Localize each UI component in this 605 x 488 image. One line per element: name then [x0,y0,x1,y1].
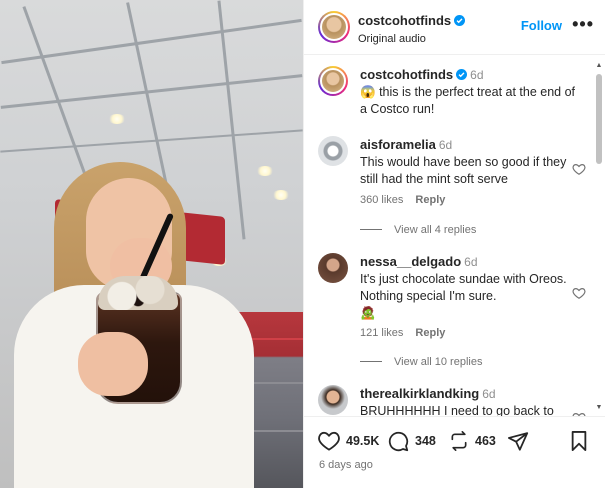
comment-username[interactable]: aisforamelia [360,137,436,152]
comment-emoji: 🧟 [360,306,376,320]
verified-icon [456,69,468,80]
caption-emoji: 😱 [360,85,376,99]
sundae-topping [98,276,178,310]
share-paper-plane-icon[interactable] [508,431,529,451]
comment-text: It's just chocolate sundae with Oreos. N… [360,272,567,303]
verified-icon [454,15,466,26]
view-replies-link[interactable]: View all 10 replies [360,356,482,368]
view-replies-label[interactable]: View all 4 replies [394,224,476,236]
comment-button[interactable]: 348 [388,431,436,451]
comment-time[interactable]: 6d [464,255,477,269]
more-options-icon[interactable]: ••• [572,14,594,35]
comment-username[interactable]: nessa__delgado [360,254,461,269]
comment-bubble-icon[interactable] [388,431,409,452]
commenter-avatar[interactable] [318,136,348,166]
like-comment-heart-icon[interactable] [572,162,586,176]
view-replies-label[interactable]: View all 10 replies [394,356,482,368]
likes-count[interactable]: 49.5K [346,434,379,448]
comments-scrollbar[interactable]: ▲ ▼ [595,62,603,412]
save-button[interactable] [570,431,588,451]
comment-meta: 360 likes Reply [360,194,457,206]
caption-avatar[interactable] [318,66,348,96]
reply-button[interactable]: Reply [415,194,445,206]
caption-text: this is the perfect treat at the end of … [360,85,576,116]
commenter-avatar[interactable] [318,253,348,283]
caption-username[interactable]: costcohotfinds [360,67,453,82]
post-actions: 49.5K 348 463 6 days ago [304,416,605,488]
scroll-down-arrow-icon[interactable]: ▼ [595,404,603,412]
reposts-count[interactable]: 463 [475,434,496,448]
author-username[interactable]: costcohotfinds [358,13,451,28]
author-avatar[interactable] [318,11,350,43]
view-replies-link[interactable]: View all 4 replies [360,224,476,236]
post-media[interactable] [0,0,303,488]
share-button[interactable] [508,431,529,451]
caption-time[interactable]: 6d [470,68,483,82]
like-comment-heart-icon[interactable] [572,286,586,300]
comment-time[interactable]: 6d [482,387,495,401]
replies-divider [360,229,382,230]
comment-likes[interactable]: 121 likes [360,327,403,339]
repost-icon[interactable] [449,431,469,451]
comment-text: This would have been so good if they sti… [360,155,567,186]
comment-time[interactable]: 6d [439,138,452,152]
like-button[interactable]: 49.5K [318,431,379,451]
comments-panel: costcohotfinds Original audio Follow •••… [303,0,605,488]
posted-time[interactable]: 6 days ago [319,459,373,471]
scrollbar-thumb[interactable] [596,74,602,164]
audio-label[interactable]: Original audio [358,33,465,45]
commenter-avatar[interactable] [318,385,348,415]
comments-count[interactable]: 348 [415,434,436,448]
person-hand-holding [78,332,148,396]
scroll-up-arrow-icon[interactable]: ▲ [595,62,603,70]
replies-divider [360,361,382,362]
heart-icon[interactable] [318,431,340,451]
comment-meta: 121 likes Reply [360,327,457,339]
bookmark-icon[interactable] [570,431,588,451]
post-header: costcohotfinds Original audio Follow ••• [304,0,605,55]
comment-likes[interactable]: 360 likes [360,194,403,206]
follow-button[interactable]: Follow [521,18,562,33]
reply-button[interactable]: Reply [415,327,445,339]
comment-username[interactable]: therealkirklandking [360,386,479,401]
comment-text: BRUHHHHHH I need to go back to [360,404,554,416]
repost-button[interactable]: 463 [449,431,496,451]
comments-list[interactable]: costcohotfinds 6d 😱 this is the perfect t… [304,56,605,416]
